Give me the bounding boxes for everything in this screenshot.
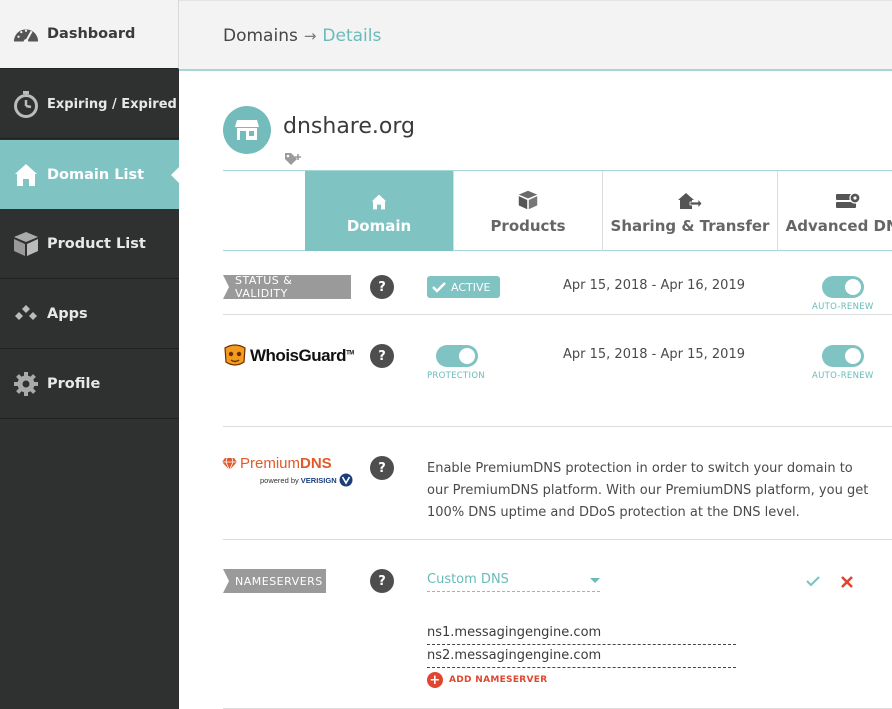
speedometer-icon xyxy=(12,20,40,48)
tab-label: Domain xyxy=(346,216,412,235)
premiumdns-logo: Premium DNS powered by VERISIGN xyxy=(222,455,362,487)
domain-name: dnshare.org xyxy=(283,114,415,139)
tab-label: Products xyxy=(490,216,566,235)
sidebar-item-label: Profile xyxy=(47,376,101,392)
active-indicator xyxy=(171,167,179,183)
divider xyxy=(223,426,892,427)
stopwatch-icon xyxy=(12,90,40,118)
storefront-icon xyxy=(223,106,271,154)
diamond-icon xyxy=(222,457,237,470)
sidebar-item-label: Dashboard xyxy=(47,26,136,42)
gear-icon xyxy=(12,370,40,398)
sidebar-item-profile[interactable]: Profile xyxy=(0,350,179,419)
sidebar-item-label: Apps xyxy=(47,306,88,322)
nameservers-label: NAMESERVERS xyxy=(223,569,326,593)
tab-label: Sharing & Transfer xyxy=(610,216,770,235)
breadcrumb-separator: → xyxy=(303,27,317,45)
dns-type-select[interactable]: Custom DNS xyxy=(427,572,600,592)
sidebar-item-apps[interactable]: Apps xyxy=(0,280,179,349)
whoisguard-logo-tm: TM xyxy=(346,350,354,357)
home-icon xyxy=(371,188,387,210)
add-tag-icon[interactable] xyxy=(284,151,302,170)
status-validity-label: STATUS & VALIDITY xyxy=(223,274,351,300)
breadcrumb: Domains → Details xyxy=(223,26,381,46)
nameserver-input[interactable]: ns1.messagingengine.com xyxy=(427,625,736,645)
server-gear-icon xyxy=(835,188,861,210)
autorenew-label: AUTO-RENEW xyxy=(812,302,874,312)
tab-advanced-dns[interactable]: Advanced DNS xyxy=(777,171,892,251)
premiumdns-logo-bold: DNS xyxy=(300,455,332,472)
sidebar: Dashboard Expiring / Expired Domain List… xyxy=(0,0,179,709)
home-icon xyxy=(12,161,40,189)
sidebar-item-product-list[interactable]: Product List xyxy=(0,210,179,279)
tab-sharing-transfer[interactable]: Sharing & Transfer xyxy=(602,171,777,251)
breadcrumb-current: Details xyxy=(322,26,382,46)
sidebar-item-dashboard[interactable]: Dashboard xyxy=(0,0,179,69)
chevron-down-icon xyxy=(590,578,600,583)
help-button[interactable]: ? xyxy=(370,569,394,593)
help-button[interactable]: ? xyxy=(370,344,394,368)
autorenew-label: AUTO-RENEW xyxy=(812,371,874,381)
tab-label: Advanced DNS xyxy=(785,216,892,235)
whoisguard-logo-text: WhoisGuard xyxy=(250,346,347,365)
header: Domains → Details xyxy=(179,0,892,71)
check-icon xyxy=(432,282,446,293)
sidebar-item-label: Product List xyxy=(47,236,146,252)
apps-icon xyxy=(12,300,40,328)
house-transfer-icon xyxy=(678,188,702,210)
breadcrumb-root-link[interactable]: Domains xyxy=(223,26,298,46)
add-nameserver-button[interactable]: + ADD NAMESERVER xyxy=(427,672,547,688)
help-button[interactable]: ? xyxy=(370,275,394,299)
autorenew-toggle[interactable] xyxy=(822,276,864,298)
premiumdns-description: Enable PremiumDNS protection in order to… xyxy=(427,461,869,520)
box-icon xyxy=(518,188,538,210)
add-nameserver-label: ADD NAMESERVER xyxy=(449,675,548,685)
premiumdns-logo-brand: VERISIGN xyxy=(300,475,337,485)
whoisguard-mascot-icon xyxy=(224,344,246,366)
sidebar-item-label: Expiring / Expired xyxy=(47,96,177,112)
tab-products[interactable]: Products xyxy=(453,171,602,251)
confirm-check-icon[interactable] xyxy=(806,575,820,587)
whoisguard-autorenew-toggle[interactable] xyxy=(822,345,864,367)
status-badge-label: ACTIVE xyxy=(451,280,491,294)
premiumdns-logo-sub: powered by xyxy=(260,475,299,485)
sidebar-item-domain-list[interactable]: Domain List xyxy=(0,140,179,209)
premiumdns-logo-main: Premium xyxy=(240,455,301,472)
validity-dates: Apr 15, 2018 - Apr 16, 2019 xyxy=(563,278,745,293)
tab-bar: Domain Products Sharing & Transfer Advan… xyxy=(223,170,892,251)
sidebar-item-label: Domain List xyxy=(47,166,145,183)
whoisguard-dates: Apr 15, 2018 - Apr 15, 2019 xyxy=(563,347,745,362)
whoisguard-logo: WhoisGuardTM xyxy=(222,344,354,368)
divider xyxy=(223,314,892,315)
protection-toggle[interactable] xyxy=(436,345,478,367)
verisign-check-icon xyxy=(339,473,353,487)
sidebar-item-expiring[interactable]: Expiring / Expired xyxy=(0,70,179,139)
status-badge: ACTIVE xyxy=(427,276,500,298)
plus-icon: + xyxy=(427,672,443,688)
box-icon xyxy=(12,230,40,258)
divider xyxy=(223,539,892,540)
cancel-x-icon[interactable] xyxy=(841,576,853,588)
tab-domain[interactable]: Domain xyxy=(305,171,453,251)
dns-type-value: Custom DNS xyxy=(427,572,509,587)
protection-label: PROTECTION xyxy=(427,371,485,381)
help-button[interactable]: ? xyxy=(370,456,394,480)
nameserver-input[interactable]: ns2.messagingengine.com xyxy=(427,648,736,668)
